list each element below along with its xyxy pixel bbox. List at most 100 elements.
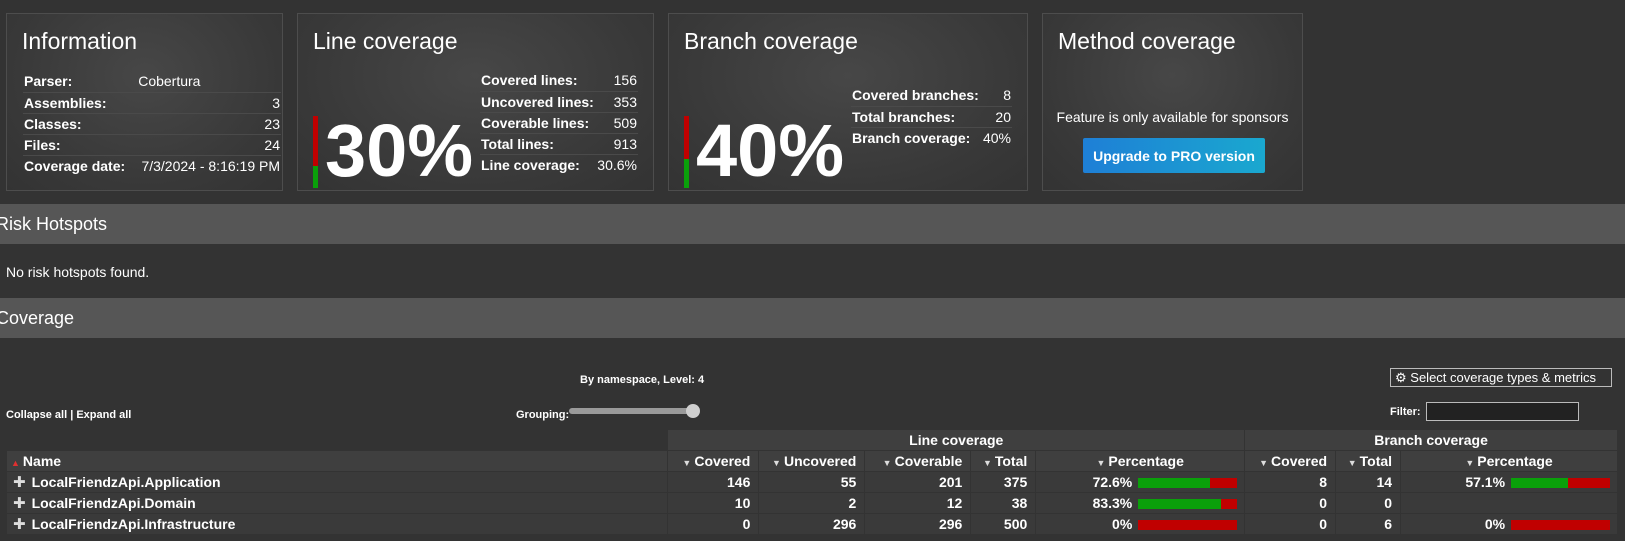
table-group-header-row: Line coverage Branch coverage	[5, 429, 1618, 451]
column-header-total-label: Total	[994, 453, 1028, 469]
column-header-percentage[interactable]: ▼ Percentage	[1035, 450, 1246, 472]
information-title: Information	[22, 28, 138, 54]
coverage-table: Line coverage Branch coverage ▲ Name ▼ Cov…	[5, 429, 1618, 535]
metric-row: Total lines: 913	[480, 133, 638, 155]
line-coverage-mini-bar	[1138, 499, 1238, 510]
expand-all-link[interactable]: Expand all	[76, 409, 131, 421]
link-separator: |	[70, 409, 74, 421]
column-header-branch-percentage-label: Percentage	[1477, 453, 1553, 469]
branch-coverage-percent: 40%	[696, 109, 845, 192]
metric-label: Total lines:	[480, 133, 596, 155]
risk-hotspots-message: No risk hotspots found.	[6, 264, 150, 280]
percentage-cell: 83.3%	[1035, 492, 1246, 514]
column-header-uncovered-label: Uncovered	[783, 453, 857, 469]
percentage-value: 83.3%	[1092, 495, 1133, 511]
line-coverage-card: Line coverage 30% Covered lines: 156 Unco…	[297, 13, 654, 191]
branch-coverage-title: Branch coverage	[684, 28, 858, 54]
column-header-branch-percentage[interactable]: ▼ Percentage	[1400, 450, 1618, 472]
metric-label: Covered branches:	[851, 85, 982, 107]
group-header-branch-coverage: Branch coverage	[1244, 429, 1618, 451]
info-row: Classes: 23	[23, 113, 281, 135]
info-value: 23	[132, 113, 281, 135]
plus-icon[interactable]: ✚	[13, 474, 26, 491]
branch-coverage-bar	[684, 116, 689, 188]
select-coverage-types-button[interactable]: ⚙ Select coverage types & metrics	[1390, 368, 1612, 387]
metric-label: Branch coverage:	[852, 129, 971, 146]
grouping-value: By namespace, Level: 4	[580, 374, 705, 386]
metric-row: Covered branches: 8	[851, 85, 1012, 107]
uncovered-cell: 55	[758, 471, 866, 493]
percentage-value: 0%	[1112, 516, 1133, 532]
column-header-coverable[interactable]: ▼ Coverable	[864, 450, 972, 472]
branch-covered-cell: 0	[1244, 513, 1337, 535]
grouping-slider-handle[interactable]	[686, 404, 700, 418]
expand-collapse-links: Collapse all | Expand all	[6, 409, 131, 421]
column-header-total[interactable]: ▼ Total	[970, 450, 1037, 472]
line-coverage-bar-fill	[313, 165, 318, 188]
line-coverage-title: Line coverage	[313, 28, 458, 54]
information-table: Parser: Cobertura Assemblies: 3 Classes: 23…	[23, 71, 281, 176]
triangle-down-icon: ▼	[982, 458, 992, 468]
info-value: Cobertura	[132, 71, 281, 93]
assembly-name: LocalFriendzApi.Application	[31, 474, 221, 490]
column-header-branch-covered-label: Covered	[1271, 453, 1328, 469]
branch-percentage-value: 0%	[1484, 516, 1506, 532]
line-coverage-mini-bar	[1138, 478, 1238, 489]
filter-input[interactable]	[1426, 402, 1579, 421]
branch-coverage-bar-fill	[684, 159, 689, 188]
assembly-name-cell[interactable]: ✚ LocalFriendzApi.Domain	[5, 492, 669, 514]
metric-label: Total branches:	[851, 106, 982, 128]
branch-coverage-card: Branch coverage 40% Covered branches: 8 T…	[668, 13, 1028, 191]
line-coverage-mini-bar-fill	[1138, 478, 1211, 489]
metric-value: 40%	[982, 129, 1011, 146]
metric-value: 913	[595, 133, 638, 155]
table-row[interactable]: ✚ LocalFriendzApi.Infrastructure 0 296 29…	[5, 513, 1618, 535]
info-label: Files:	[23, 134, 133, 156]
total-cell: 500	[970, 513, 1037, 535]
column-header-name[interactable]: ▲ Name	[5, 450, 669, 472]
line-coverage-mini-bar	[1138, 520, 1238, 531]
info-value: 24	[132, 134, 281, 156]
info-row: Parser: Cobertura	[23, 71, 281, 93]
metric-label: Covered lines:	[480, 70, 596, 92]
info-value: 7/3/2024 - 8:16:19 PM	[141, 157, 280, 174]
upgrade-pro-button[interactable]: Upgrade to PRO version	[1083, 138, 1265, 173]
coverable-cell: 201	[864, 471, 972, 493]
covered-cell: 146	[667, 471, 760, 493]
grouping-slider-track[interactable]	[569, 408, 697, 414]
column-header-branch-total[interactable]: ▼ Total	[1335, 450, 1402, 472]
info-value: 3	[132, 92, 281, 114]
triangle-down-icon: ▼	[882, 458, 892, 468]
collapse-all-link[interactable]: Collapse all	[6, 409, 67, 421]
risk-hotspots-header: Risk Hotspots	[0, 204, 1625, 244]
percentage-cell: 0%	[1035, 513, 1246, 535]
metric-row: Line coverage: 30.6%	[480, 154, 638, 175]
triangle-down-icon: ▼	[682, 458, 692, 468]
table-row[interactable]: ✚ LocalFriendzApi.Application 146 55 201 …	[5, 471, 1618, 493]
column-header-covered-label: Covered	[694, 453, 751, 469]
line-coverage-percent: 30%	[325, 109, 474, 192]
plus-icon[interactable]: ✚	[13, 495, 26, 512]
branch-covered-cell: 8	[1244, 471, 1337, 493]
column-header-percentage-label: Percentage	[1108, 453, 1184, 469]
table-header-row: ▲ Name ▼ Covered ▼ Uncovered ▼ Coverable ▼ To…	[5, 450, 1618, 472]
info-row: Assemblies: 3	[23, 92, 281, 114]
column-header-uncovered[interactable]: ▼ Uncovered	[758, 450, 866, 472]
info-row: Files: 24	[23, 134, 281, 156]
column-header-covered[interactable]: ▼ Covered	[667, 450, 760, 472]
info-label: Assemblies:	[23, 92, 133, 114]
assembly-name-cell[interactable]: ✚ LocalFriendzApi.Infrastructure	[5, 513, 669, 535]
table-row[interactable]: ✚ LocalFriendzApi.Domain 10 2 12 38 83.3%…	[5, 492, 1618, 514]
covered-cell: 0	[667, 513, 760, 535]
uncovered-cell: 2	[758, 492, 866, 514]
assembly-name-cell[interactable]: ✚ LocalFriendzApi.Application	[5, 471, 669, 493]
line-coverage-mini-bar-fill	[1138, 499, 1221, 510]
column-header-name-label: Name	[22, 453, 62, 469]
plus-icon[interactable]: ✚	[13, 516, 26, 533]
metric-row: Total branches: 20	[851, 106, 1012, 128]
coverable-cell: 12	[864, 492, 972, 514]
metric-row: Covered lines: 156	[480, 70, 638, 92]
branch-total-cell: 6	[1335, 513, 1402, 535]
column-header-branch-covered[interactable]: ▼ Covered	[1244, 450, 1337, 472]
select-coverage-types-label: Select coverage types & metrics	[1410, 369, 1596, 385]
